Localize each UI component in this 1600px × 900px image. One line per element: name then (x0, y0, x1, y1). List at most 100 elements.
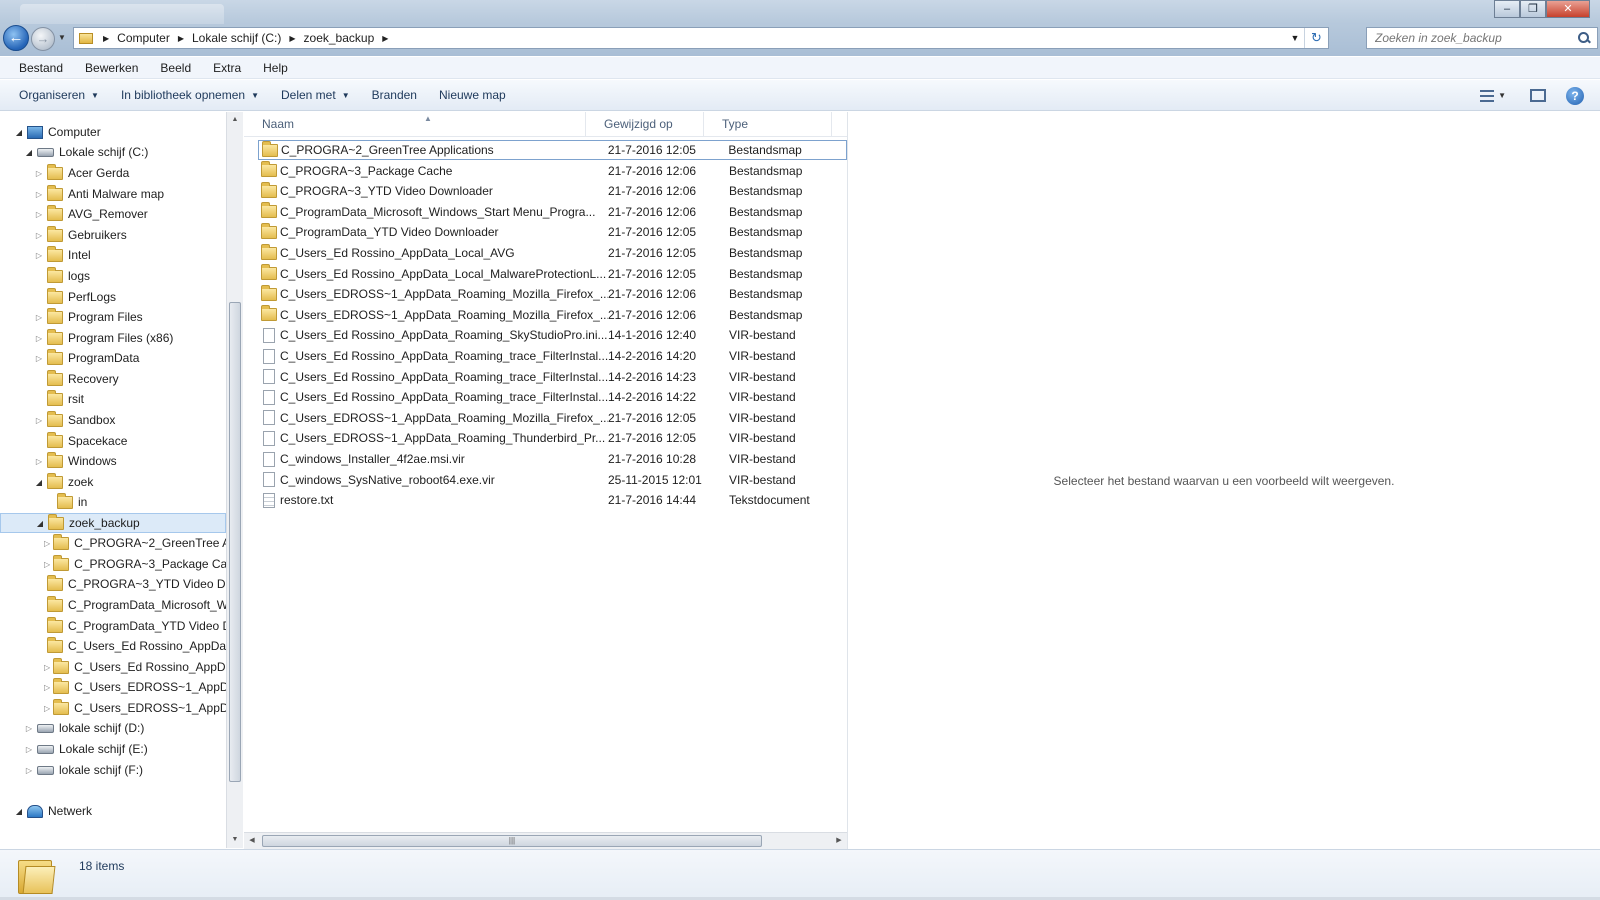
expand-icon[interactable]: ▷ (34, 334, 44, 343)
tree-item[interactable]: ▷ Intel (0, 245, 226, 265)
file-row[interactable]: C_Users_Ed Rossino_AppData_Roaming_trace… (258, 367, 847, 387)
burn-button[interactable]: Branden (361, 88, 428, 102)
file-row[interactable]: C_PROGRA~3_YTD Video Downloader 21-7-2016… (258, 181, 847, 201)
file-row[interactable]: C_Users_Ed Rossino_AppData_Local_Malware… (258, 264, 847, 284)
tree-item[interactable]: C_ProgramData_Microsoft_W (0, 595, 226, 615)
tree-item[interactable]: logs (0, 266, 226, 286)
expand-icon[interactable]: ▷ (24, 766, 34, 775)
expand-icon[interactable]: ▷ (34, 231, 44, 240)
expand-icon[interactable]: ▷ (34, 190, 44, 199)
include-in-library-button[interactable]: In bibliotheek opnemen ▼ (110, 88, 270, 102)
collapse-icon[interactable]: ◢ (14, 128, 24, 137)
tree-item[interactable]: C_ProgramData_YTD Video D (0, 616, 226, 636)
search-box[interactable] (1366, 27, 1598, 49)
collapse-icon[interactable]: ◢ (14, 807, 24, 816)
column-header-type[interactable]: Type (704, 112, 832, 136)
expand-icon[interactable]: ▷ (34, 169, 44, 178)
file-row[interactable]: C_Users_EDROSS~1_AppData_Roaming_Thunder… (258, 428, 847, 448)
tree-item[interactable]: ▷ ProgramData (0, 348, 226, 368)
file-row[interactable]: restore.txt 21-7-2016 14:44 Tekstdocument (258, 490, 847, 510)
menu-view[interactable]: Beeld (149, 61, 202, 75)
tree-item[interactable]: ▷ AVG_Remover (0, 204, 226, 224)
expand-icon[interactable]: ▷ (34, 251, 44, 260)
scrollbar-thumb[interactable]: ||| (262, 835, 762, 847)
chevron-right-icon[interactable]: ▶ (289, 34, 295, 43)
tree-item[interactable]: ▷ Anti Malware map (0, 184, 226, 204)
tree-item[interactable]: in (0, 492, 226, 512)
tree-item[interactable]: ◢ Computer (0, 122, 226, 142)
view-options-icon[interactable] (1480, 89, 1495, 102)
search-input[interactable] (1367, 31, 1567, 45)
file-row[interactable]: C_windows_Installer_4f2ae.msi.vir 21-7-20… (258, 449, 847, 469)
tree-item[interactable]: ▷ C_PROGRA~2_GreenTree App (0, 533, 226, 553)
address-dropdown-icon[interactable]: ▼ (1286, 33, 1304, 43)
scroll-left-icon[interactable]: ◀ (244, 833, 260, 849)
file-row[interactable]: C_ProgramData_Microsoft_Windows_Start Me… (258, 202, 847, 222)
tree-item[interactable]: ▷ C_PROGRA~3_Package Cach (0, 554, 226, 574)
tree-item[interactable]: ▷ lokale schijf (F:) (0, 760, 226, 780)
file-row[interactable]: C_PROGRA~2_GreenTree Applications 21-7-20… (258, 140, 847, 160)
tree-item[interactable]: ▷ Program Files (x86) (0, 328, 226, 348)
scroll-up-icon[interactable]: ▲ (227, 112, 243, 128)
file-row[interactable]: C_Users_EDROSS~1_AppData_Roaming_Mozilla… (258, 408, 847, 428)
tree-item[interactable]: ◢ Netwerk (0, 801, 226, 821)
file-row[interactable]: C_Users_EDROSS~1_AppData_Roaming_Mozilla… (258, 284, 847, 304)
menu-edit[interactable]: Bewerken (74, 61, 149, 75)
file-row[interactable]: C_Users_EDROSS~1_AppData_Roaming_Mozilla… (258, 305, 847, 325)
refresh-icon[interactable]: ↻ (1304, 28, 1328, 48)
expand-icon[interactable]: ▷ (24, 724, 34, 733)
chevron-right-icon[interactable]: ▶ (103, 34, 109, 43)
share-with-button[interactable]: Delen met ▼ (270, 88, 361, 102)
breadcrumb-zoek-backup[interactable]: zoek_backup (304, 31, 375, 45)
collapse-icon[interactable]: ◢ (24, 148, 34, 157)
tree-item[interactable]: C_Users_Ed Rossino_AppData (0, 636, 226, 656)
chevron-right-icon[interactable]: ▶ (382, 34, 388, 43)
expand-icon[interactable]: ▷ (44, 683, 50, 692)
file-list-scrollbar[interactable]: ◀ ||| ▶ (244, 832, 847, 849)
scroll-down-icon[interactable]: ▼ (227, 832, 243, 848)
tree-item[interactable]: ▷ Program Files (0, 307, 226, 327)
tree-item[interactable]: Recovery (0, 369, 226, 389)
tree-item[interactable]: ▷ C_Users_Ed Rossino_AppData (0, 657, 226, 677)
chevron-right-icon[interactable]: ▶ (178, 34, 184, 43)
file-row[interactable]: C_windows_SysNative_roboot64.exe.vir 25-1… (258, 470, 847, 490)
column-header-name[interactable]: ▲ Naam (244, 112, 586, 136)
menu-tools[interactable]: Extra (202, 61, 252, 75)
collapse-icon[interactable]: ◢ (34, 478, 44, 487)
expand-icon[interactable]: ▷ (44, 663, 50, 672)
collapse-icon[interactable]: ◢ (35, 519, 45, 528)
breadcrumb-computer[interactable]: Computer (117, 31, 170, 45)
file-row[interactable]: C_PROGRA~3_Package Cache 21-7-2016 12:06 B… (258, 161, 847, 181)
tree-item[interactable]: ▷ C_Users_EDROSS~1_AppData (0, 677, 226, 697)
tree-item[interactable]: ▷ Lokale schijf (E:) (0, 739, 226, 759)
address-bar[interactable]: ▶ Computer ▶ Lokale schijf (C:) ▶ zoek_back… (73, 27, 1329, 49)
breadcrumb-drive-c[interactable]: Lokale schijf (C:) (192, 31, 281, 45)
expand-icon[interactable]: ▷ (34, 457, 44, 466)
scrollbar-thumb[interactable] (229, 302, 241, 782)
column-header-modified[interactable]: Gewijzigd op (586, 112, 704, 136)
expand-icon[interactable]: ▷ (34, 416, 44, 425)
recent-pages-dropdown[interactable]: ▼ (58, 33, 66, 42)
tree-item[interactable]: ▷ Windows (0, 451, 226, 471)
organize-button[interactable]: Organiseren ▼ (8, 88, 110, 102)
expand-icon[interactable]: ▷ (44, 704, 50, 713)
maximize-button[interactable]: ❐ (1520, 0, 1546, 18)
preview-pane-icon[interactable] (1530, 89, 1546, 102)
new-folder-button[interactable]: Nieuwe map (428, 88, 517, 102)
search-icon[interactable] (1577, 31, 1591, 45)
scroll-right-icon[interactable]: ▶ (831, 833, 847, 849)
file-row[interactable]: C_Users_Ed Rossino_AppData_Local_AVG 21-7… (258, 243, 847, 263)
back-button[interactable]: ← (3, 25, 29, 51)
tree-item[interactable]: ◢ zoek_backup (0, 513, 226, 533)
file-row[interactable]: C_Users_Ed Rossino_AppData_Roaming_trace… (258, 346, 847, 366)
tree-item[interactable]: ▷ lokale schijf (D:) (0, 718, 226, 738)
help-icon[interactable]: ? (1566, 86, 1584, 105)
expand-icon[interactable]: ▷ (34, 354, 44, 363)
tree-item[interactable]: ◢ Lokale schijf (C:) (0, 142, 226, 162)
forward-button[interactable]: → (31, 27, 55, 51)
expand-icon[interactable]: ▷ (34, 313, 44, 322)
expand-icon[interactable]: ▷ (24, 745, 34, 754)
tree-item[interactable]: ◢ zoek (0, 472, 226, 492)
navigation-scrollbar[interactable]: ▲ ▼ (226, 112, 243, 848)
menu-help[interactable]: Help (252, 61, 299, 75)
